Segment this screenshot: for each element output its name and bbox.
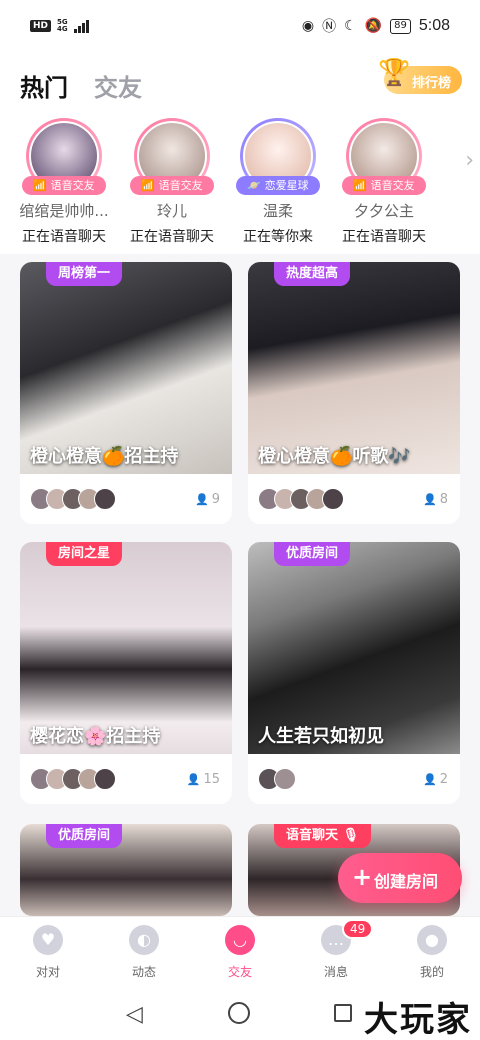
room-card[interactable]: 优质房间 (20, 824, 232, 916)
room-card-footer: 👤 2 (248, 754, 460, 804)
nav-item-profile[interactable]: ● 我的 (384, 925, 480, 980)
unread-badge: 49 (342, 919, 374, 939)
avatar (322, 488, 344, 510)
bottom-navigation: ♥ 对对 ◐ 动态 ◡ 交友 … 49 消息 ● 我的 (0, 916, 480, 988)
member-count: 👤 9 (195, 492, 220, 507)
planet-icon: ◐ (129, 925, 159, 955)
room-title: 人生若只如初见 (258, 726, 384, 747)
user-name: 玲儿 (156, 202, 187, 220)
eye-icon: ◉ (301, 18, 315, 34)
create-room-label: 创建房间 (374, 872, 439, 891)
room-title: 橙心橙意🍊听歌🎶 (258, 446, 411, 467)
nav-item-messages[interactable]: … 49 消息 (288, 919, 384, 980)
person-icon: 👤 (186, 773, 201, 786)
moon-icon: ☾ (344, 18, 357, 34)
room-type-badge: 📶 语音交友 (342, 176, 426, 195)
room-title: 橙心橙意🍊招主持 (30, 446, 179, 467)
room-tag: 语音聊天 🎙 (274, 824, 372, 848)
live-users-row: 📶 语音交友 绾绾是帅帅... 正在语音聊天 📶 语音交友 玲儿 正在语音聊天 … (0, 114, 480, 254)
room-title: 樱花恋🌸招主持 (30, 726, 161, 747)
room-type-badge: 🪐 恋爱星球 (236, 176, 320, 195)
room-card[interactable]: 热度超高 橙心橙意🍊听歌🎶 👤 8 (248, 262, 460, 524)
member-count: 👤 8 (423, 492, 448, 507)
member-count-value: 9 (211, 492, 220, 507)
badge-label: 语音交友 (158, 179, 203, 192)
room-card[interactable]: 周榜第一 橙心橙意🍊招主持 👤 9 (20, 262, 232, 524)
nav-label: 我的 (419, 965, 444, 979)
tab-hot[interactable]: 热门 (20, 68, 68, 103)
person-icon: 👤 (423, 493, 437, 506)
person-icon: 👤 (195, 493, 209, 506)
room-tag: 房间之星 (46, 542, 123, 566)
badge-label: 语音交友 (370, 179, 415, 192)
create-room-button[interactable]: + 创建房间 (338, 853, 462, 903)
nav-label: 消息 (323, 965, 348, 979)
avatar (94, 768, 116, 790)
user-name: 温柔 (262, 202, 293, 220)
top-header: 热门 交友 🏆 排行榜 (0, 54, 480, 114)
user-status: 正在语音聊天 (130, 229, 214, 245)
member-avatars (258, 488, 344, 510)
room-type-badge: 📶 语音交友 (130, 176, 214, 195)
member-count-value: 2 (439, 772, 448, 787)
network-sub-label: 4G (57, 25, 68, 33)
nav-item-moments[interactable]: ◐ 动态 (96, 925, 192, 980)
member-avatars (30, 488, 116, 510)
nfc-icon: Ⓝ (322, 19, 337, 35)
home-icon[interactable] (228, 1002, 250, 1024)
room-card-footer: 👤 15 (20, 754, 232, 804)
room-card-footer: 👤 8 (248, 474, 460, 524)
badge-label: 语音交友 (50, 179, 95, 192)
profile-icon: ● (417, 925, 447, 955)
ranking-label: 排行榜 (412, 76, 452, 91)
avatar (94, 488, 116, 510)
chevron-right-icon[interactable]: › (465, 148, 474, 173)
avatar (274, 768, 296, 790)
user-name: 绾绾是帅帅... (19, 202, 109, 220)
tab-friends[interactable]: 交友 (94, 68, 142, 103)
system-navigation-bar: ◁ 大玩家 (0, 988, 480, 1040)
clock: 5:08 (418, 17, 450, 34)
smile-bag-icon: ◡ (225, 925, 255, 955)
user-status: 正在语音聊天 (22, 229, 106, 245)
hd-icon: HD (30, 20, 52, 32)
watermark: 大玩家 (364, 1000, 472, 1040)
user-status: 正在等你来 (243, 229, 313, 245)
user-name: 夕夕公主 (353, 202, 414, 220)
member-count: 👤 15 (187, 772, 220, 787)
nav-item-match[interactable]: ♥ 对对 (0, 925, 96, 980)
nav-label: 交友 (227, 965, 252, 979)
nav-label: 动态 (131, 965, 156, 979)
person-icon: 👤 (423, 773, 437, 786)
member-count-value: 8 (439, 492, 448, 507)
member-avatars (258, 768, 296, 790)
room-tag: 优质房间 (46, 824, 123, 848)
member-avatars (30, 768, 116, 790)
room-tag: 热度超高 (274, 262, 351, 286)
room-type-badge: 📶 语音交友 (22, 176, 106, 195)
recent-apps-icon[interactable] (334, 1004, 352, 1022)
heart-icon: ♥ (33, 925, 63, 955)
battery-indicator: 89 (390, 18, 411, 34)
network-indicator: 5G 4G (57, 19, 68, 33)
signal-icon (73, 19, 89, 33)
room-card[interactable]: 房间之星 樱花恋🌸招主持 👤 15 (20, 542, 232, 804)
ranking-button[interactable]: 🏆 排行榜 (378, 58, 462, 94)
room-card-footer: 👤 9 (20, 474, 232, 524)
member-count-value: 15 (203, 772, 220, 787)
user-status: 正在语音聊天 (342, 229, 426, 245)
room-tag: 周榜第一 (46, 262, 123, 286)
member-count: 👤 2 (423, 772, 448, 787)
nav-item-friends[interactable]: ◡ 交友 (192, 925, 288, 980)
back-icon[interactable]: ◁ (126, 1002, 143, 1027)
badge-label: 恋爱星球 (264, 179, 309, 192)
status-bar: HD 5G 4G ◉ Ⓝ ☾ 🔕 89 5:08 (0, 0, 480, 54)
trophy-icon: 🏆 (378, 58, 411, 88)
mute-bell-icon: 🔕 (364, 18, 383, 34)
room-tag: 优质房间 (274, 542, 351, 566)
nav-label: 对对 (35, 965, 60, 979)
room-card[interactable]: 优质房间 人生若只如初见 👤 2 (248, 542, 460, 804)
plus-icon: + (352, 863, 373, 891)
